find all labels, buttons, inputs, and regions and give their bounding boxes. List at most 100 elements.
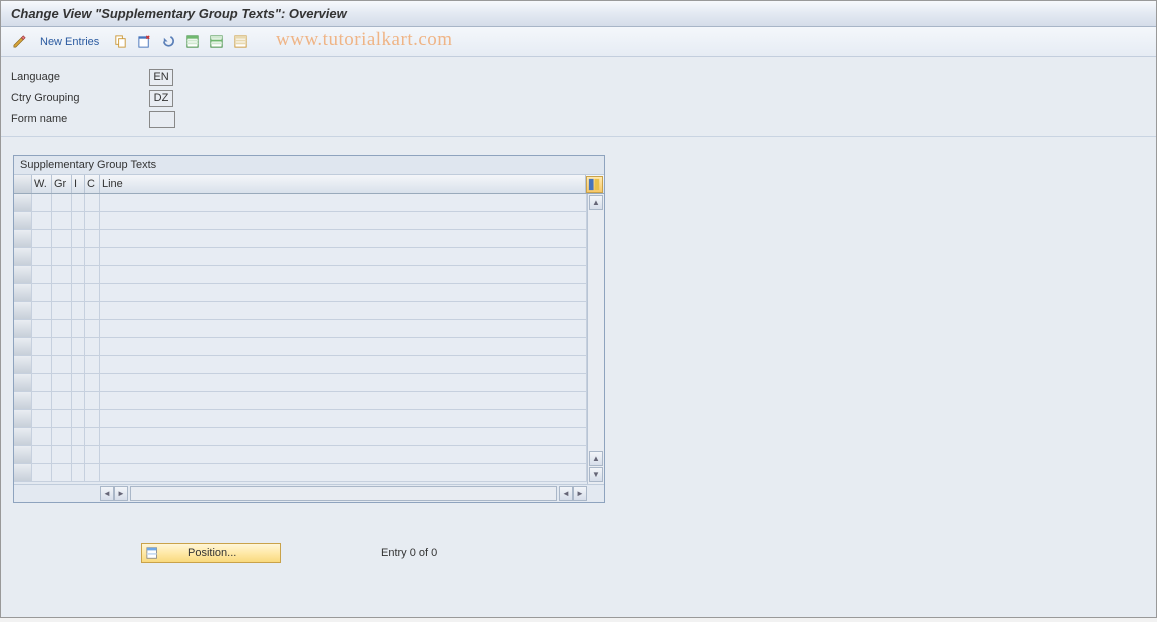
table-cell[interactable]	[52, 338, 72, 355]
column-header-c[interactable]: C	[85, 175, 100, 193]
table-settings-button[interactable]	[586, 176, 603, 193]
table-cell[interactable]	[32, 392, 52, 409]
table-cell[interactable]	[32, 230, 52, 247]
new-entries-button[interactable]: New Entries	[33, 32, 106, 52]
table-cell[interactable]	[100, 284, 587, 301]
scroll-left-button[interactable]: ◄	[100, 486, 114, 501]
table-cell[interactable]	[72, 266, 85, 283]
table-cell[interactable]	[52, 302, 72, 319]
table-cell[interactable]	[72, 302, 85, 319]
table-cell[interactable]	[100, 212, 587, 229]
table-row[interactable]	[14, 266, 587, 284]
table-cell[interactable]	[32, 212, 52, 229]
table-cell[interactable]	[85, 374, 100, 391]
table-row[interactable]	[14, 320, 587, 338]
toggle-display-change-button[interactable]	[9, 32, 29, 52]
table-cell[interactable]	[72, 392, 85, 409]
vertical-scrollbar[interactable]: ▲ ▲ ▼	[587, 194, 604, 484]
table-cell[interactable]	[32, 374, 52, 391]
table-cell[interactable]	[32, 266, 52, 283]
row-selector[interactable]	[14, 464, 32, 481]
table-cell[interactable]	[85, 284, 100, 301]
table-cell[interactable]	[85, 302, 100, 319]
table-cell[interactable]	[85, 356, 100, 373]
table-cell[interactable]	[85, 428, 100, 445]
table-cell[interactable]	[100, 356, 587, 373]
scroll-down-top-button[interactable]: ▲	[589, 451, 603, 466]
form-name-field[interactable]	[149, 111, 175, 128]
table-cell[interactable]	[52, 356, 72, 373]
table-cell[interactable]	[32, 446, 52, 463]
table-cell[interactable]	[52, 428, 72, 445]
table-row[interactable]	[14, 302, 587, 320]
table-row[interactable]	[14, 410, 587, 428]
table-cell[interactable]	[100, 392, 587, 409]
table-cell[interactable]	[85, 212, 100, 229]
row-selector[interactable]	[14, 338, 32, 355]
table-row[interactable]	[14, 464, 587, 482]
table-row[interactable]	[14, 212, 587, 230]
row-selector[interactable]	[14, 212, 32, 229]
table-cell[interactable]	[32, 302, 52, 319]
table-cell[interactable]	[85, 266, 100, 283]
row-selector[interactable]	[14, 320, 32, 337]
table-cell[interactable]	[52, 248, 72, 265]
delete-button[interactable]	[134, 32, 154, 52]
scroll-right2-button[interactable]: ►	[573, 486, 587, 501]
row-selector[interactable]	[14, 428, 32, 445]
table-cell[interactable]	[72, 374, 85, 391]
row-selector[interactable]	[14, 446, 32, 463]
column-header-line[interactable]: Line	[100, 175, 586, 193]
table-cell[interactable]	[72, 248, 85, 265]
table-cell[interactable]	[85, 464, 100, 481]
table-cell[interactable]	[100, 410, 587, 427]
table-row[interactable]	[14, 446, 587, 464]
position-button[interactable]: Position...	[141, 543, 281, 563]
row-selector[interactable]	[14, 284, 32, 301]
deselect-all-button[interactable]	[230, 32, 250, 52]
table-cell[interactable]	[32, 410, 52, 427]
table-cell[interactable]	[32, 320, 52, 337]
table-cell[interactable]	[32, 248, 52, 265]
table-cell[interactable]	[72, 320, 85, 337]
table-cell[interactable]	[32, 338, 52, 355]
column-header-w[interactable]: W.	[32, 175, 52, 193]
table-cell[interactable]	[100, 446, 587, 463]
table-row[interactable]	[14, 248, 587, 266]
table-cell[interactable]	[32, 194, 52, 211]
table-row[interactable]	[14, 284, 587, 302]
scroll-up-button[interactable]: ▲	[589, 195, 603, 210]
table-cell[interactable]	[100, 338, 587, 355]
table-cell[interactable]	[85, 194, 100, 211]
table-cell[interactable]	[72, 428, 85, 445]
table-cell[interactable]	[52, 320, 72, 337]
table-row[interactable]	[14, 194, 587, 212]
table-cell[interactable]	[32, 284, 52, 301]
row-selector[interactable]	[14, 356, 32, 373]
table-cell[interactable]	[100, 464, 587, 481]
table-cell[interactable]	[100, 374, 587, 391]
row-selector[interactable]	[14, 266, 32, 283]
table-cell[interactable]	[52, 194, 72, 211]
table-cell[interactable]	[52, 446, 72, 463]
table-cell[interactable]	[32, 356, 52, 373]
table-row[interactable]	[14, 356, 587, 374]
table-cell[interactable]	[72, 284, 85, 301]
table-cell[interactable]	[52, 374, 72, 391]
table-cell[interactable]	[100, 230, 587, 247]
table-cell[interactable]	[52, 230, 72, 247]
table-row[interactable]	[14, 392, 587, 410]
table-cell[interactable]	[72, 446, 85, 463]
table-cell[interactable]	[72, 356, 85, 373]
copy-as-button[interactable]	[110, 32, 130, 52]
scroll-right-button[interactable]: ◄	[559, 486, 573, 501]
table-cell[interactable]	[85, 446, 100, 463]
row-selector[interactable]	[14, 248, 32, 265]
table-cell[interactable]	[100, 248, 587, 265]
table-cell[interactable]	[52, 410, 72, 427]
table-cell[interactable]	[72, 338, 85, 355]
table-cell[interactable]	[52, 464, 72, 481]
table-cell[interactable]	[32, 428, 52, 445]
table-cell[interactable]	[100, 266, 587, 283]
table-cell[interactable]	[85, 392, 100, 409]
